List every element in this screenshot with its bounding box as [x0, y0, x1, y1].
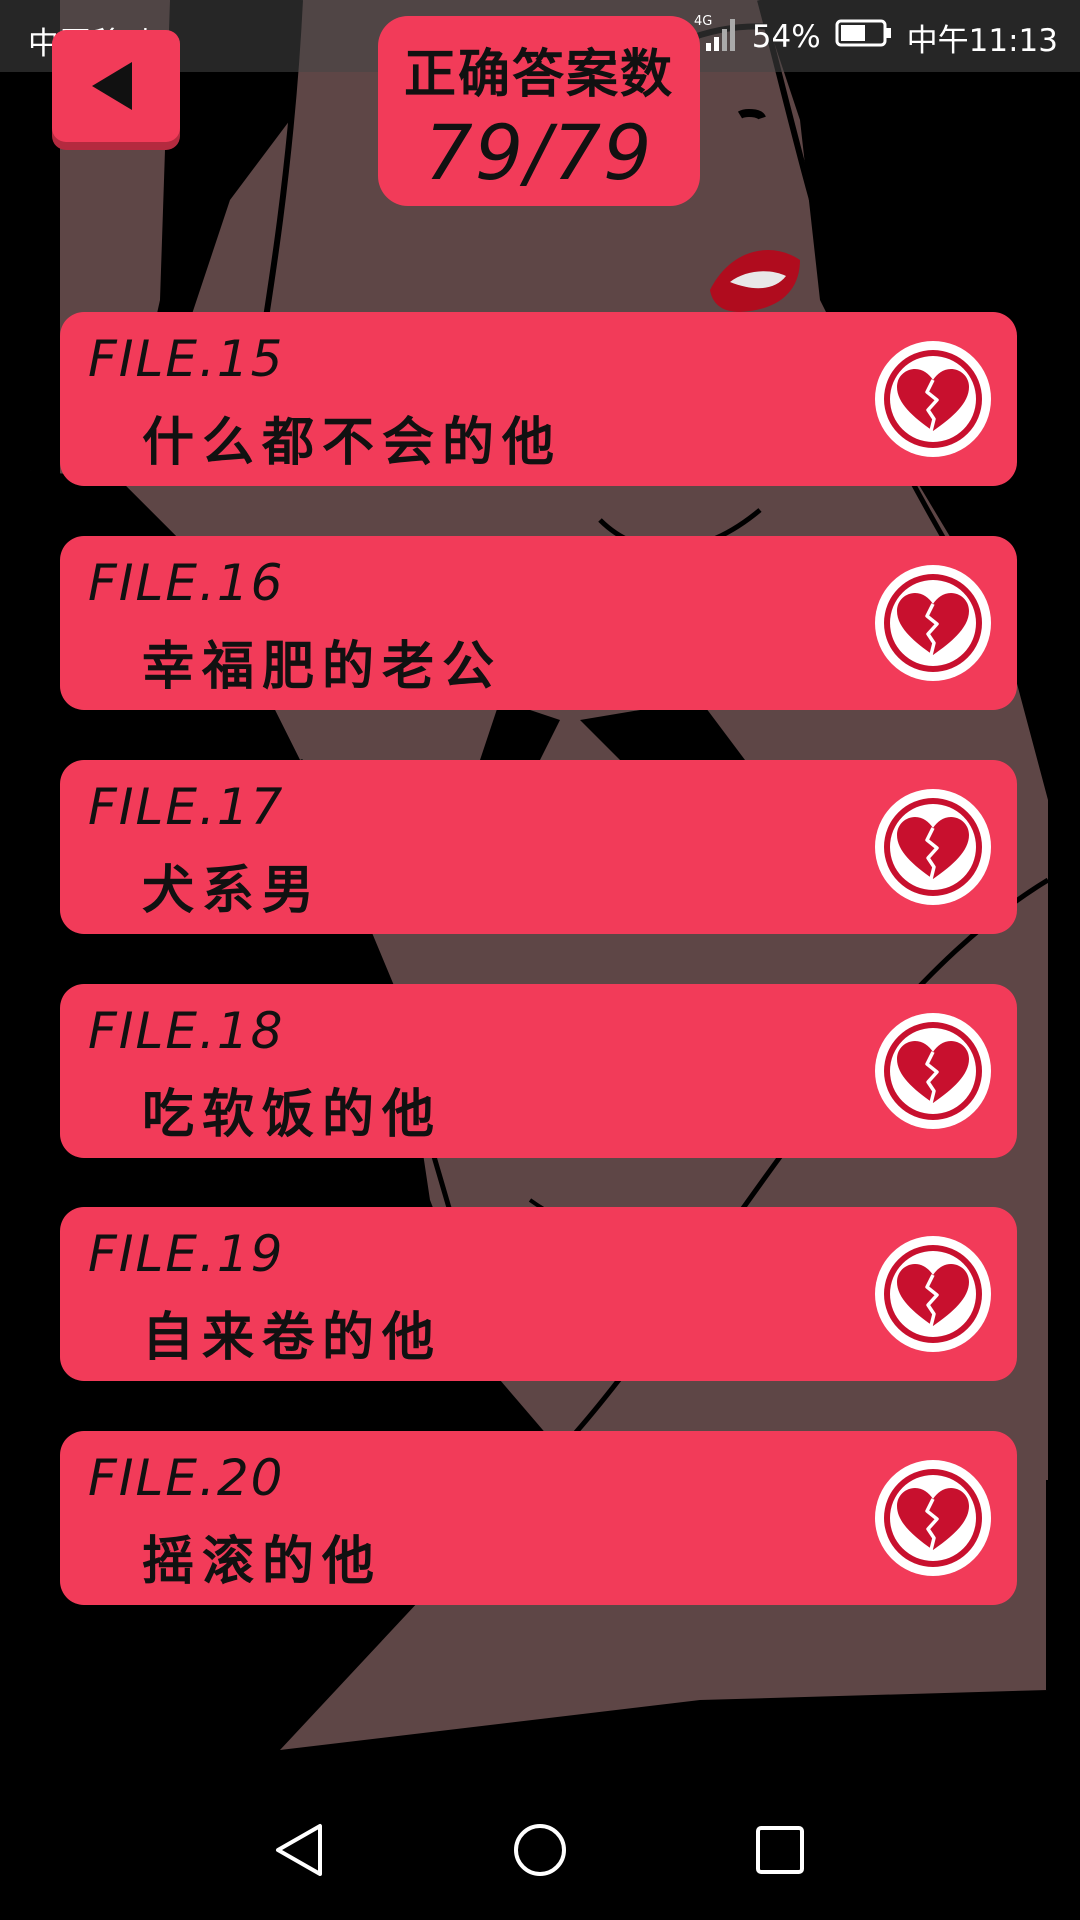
file-title: 幸福肥的老公	[142, 637, 503, 697]
broken-heart-icon	[875, 1013, 991, 1129]
back-arrow-icon	[92, 62, 132, 110]
file-title: 摇滚的他	[142, 1532, 383, 1592]
file-number: FILE.16	[88, 554, 285, 612]
signal-icon: 4G	[694, 13, 738, 61]
network-type: 4G	[694, 14, 712, 29]
file-card-15[interactable]: FILE.15 什么都不会的他	[60, 312, 1017, 486]
broken-heart-icon	[875, 789, 991, 905]
score-value: 79/79	[424, 108, 654, 197]
back-button[interactable]	[52, 30, 180, 142]
file-title: 吃软饭的他	[142, 1085, 443, 1145]
broken-heart-icon	[875, 341, 991, 457]
correct-answer-counter: 正确答案数 79/79	[378, 16, 700, 206]
file-title: 什么都不会的他	[142, 413, 563, 473]
battery-icon	[835, 18, 893, 56]
navigation-bar	[0, 1780, 1080, 1920]
file-number: FILE.15	[88, 330, 285, 388]
nav-recents-icon[interactable]	[750, 1820, 810, 1880]
file-number: FILE.18	[88, 1002, 285, 1060]
nav-back-icon[interactable]	[270, 1820, 330, 1880]
battery-percent: 54%	[751, 19, 821, 55]
file-card-20[interactable]: FILE.20 摇滚的他	[60, 1431, 1017, 1605]
file-card-19[interactable]: FILE.19 自来卷的他	[60, 1207, 1017, 1381]
background-illustration	[0, 0, 1080, 1920]
file-number: FILE.20	[88, 1449, 285, 1507]
file-card-16[interactable]: FILE.16 幸福肥的老公	[60, 536, 1017, 710]
game-screen: 中国移动 HD 4G 5	[0, 0, 1080, 1920]
file-number: FILE.19	[88, 1225, 285, 1283]
file-title: 犬系男	[142, 861, 323, 921]
file-card-18[interactable]: FILE.18 吃软饭的他	[60, 984, 1017, 1158]
nav-home-icon[interactable]	[510, 1820, 570, 1880]
clock: 中午11:13	[906, 22, 1058, 59]
file-number: FILE.17	[88, 778, 285, 836]
score-label: 正确答案数	[403, 45, 674, 105]
broken-heart-icon	[875, 565, 991, 681]
broken-heart-icon	[875, 1460, 991, 1576]
file-title: 自来卷的他	[142, 1308, 443, 1368]
broken-heart-icon	[875, 1236, 991, 1352]
file-card-17[interactable]: FILE.17 犬系男	[60, 760, 1017, 934]
